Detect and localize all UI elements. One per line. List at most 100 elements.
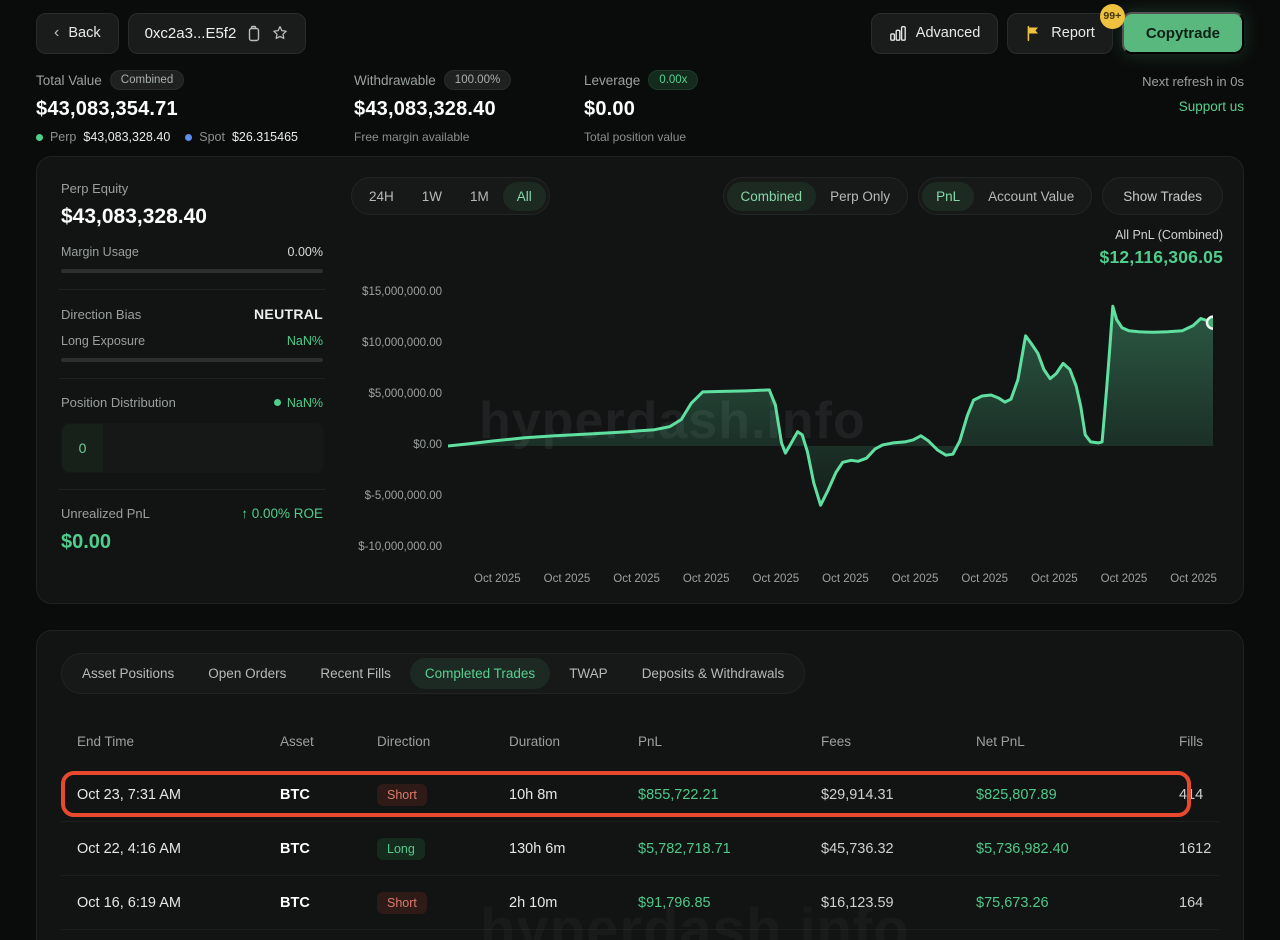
leverage-sub: Total position value	[584, 130, 687, 144]
divider	[59, 378, 325, 379]
cell-fills: 414	[1179, 786, 1204, 803]
position-distribution-label: Position Distribution	[61, 395, 176, 410]
tab-asset-positions[interactable]: Asset Positions	[67, 658, 189, 689]
back-button[interactable]: ‹ Back	[36, 12, 119, 54]
leverage-value: $0.00	[584, 98, 636, 120]
tab-recent-fills[interactable]: Recent Fills	[305, 658, 406, 689]
topbar: ‹ Back 0xc2a3...E5f2 Advanced Report 99+…	[0, 0, 1280, 54]
report-button[interactable]: Report	[1007, 12, 1113, 54]
cell-direction: Short	[377, 891, 509, 914]
table-row[interactable]: Oct 23, 7:31 AM BTC Short 10h 8m $855,722.21…	[61, 768, 1219, 822]
metric-pnl[interactable]: PnL	[922, 181, 975, 211]
perp-equity-value: $43,083,328.40	[61, 205, 207, 228]
refresh-column: Next refresh in 0s Support us	[1142, 70, 1244, 114]
timeframe-1w[interactable]: 1W	[408, 182, 456, 211]
chart-toggles: Combined Perp Only PnL Account Value Show …	[722, 177, 1223, 215]
unrealized-roe: ↑ 0.00% ROE	[241, 506, 323, 521]
divider	[59, 289, 325, 290]
cell-direction: Short	[377, 783, 509, 806]
tab-deposits-withdrawals[interactable]: Deposits & Withdrawals	[627, 658, 800, 689]
x-tick-label: Oct 2025	[891, 573, 939, 585]
show-trades-button[interactable]: Show Trades	[1109, 182, 1216, 211]
flag-icon	[1025, 25, 1042, 42]
y-tick-label: $10,000,000.00	[362, 337, 442, 349]
long-exposure-label: Long Exposure	[61, 334, 146, 348]
cell-direction: Long	[377, 837, 509, 860]
withdrawable-label: Withdrawable	[354, 72, 436, 88]
y-tick-label: $-5,000,000.00	[364, 490, 442, 502]
withdrawable-value: $43,083,328.40	[354, 98, 496, 120]
y-tick-label: $0.00	[413, 439, 442, 451]
star-icon[interactable]	[271, 24, 289, 42]
tab-completed-trades[interactable]: Completed Trades	[409, 658, 551, 689]
trades-card: Asset Positions Open Orders Recent Fills Co…	[36, 630, 1244, 940]
cell-duration: 130h 6m	[509, 840, 566, 857]
y-tick-label: $-10,000,000.00	[358, 541, 442, 553]
x-tick-label: Oct 2025	[1100, 573, 1148, 585]
cell-end-time: Oct 22, 4:16 AM	[77, 840, 181, 857]
cell-pnl: $855,722.21	[638, 786, 719, 803]
support-us-link[interactable]: Support us	[1142, 99, 1244, 114]
cell-fees: $16,123.59	[821, 894, 894, 911]
table-row[interactable]: Oct 16, 6:19 AM BTC Short 2h 10m $91,796.85 $…	[61, 876, 1219, 930]
advanced-label: Advanced	[915, 25, 981, 41]
x-axis: Oct 2025 Oct 2025 Oct 2025 Oct 2025 Oct 2025…	[448, 573, 1223, 585]
metric-account-value[interactable]: Account Value	[974, 182, 1088, 211]
cell-duration: 10h 8m	[509, 786, 558, 803]
x-tick-label: Oct 2025	[543, 573, 591, 585]
chart-controls: 24H 1W 1M All Combined Perp Only PnL Account …	[351, 177, 1223, 215]
notification-badge: 99+	[1099, 3, 1125, 29]
long-exposure-value: NaN%	[286, 334, 323, 348]
refresh-countdown: Next refresh in 0s	[1142, 74, 1244, 89]
timeframe-1m[interactable]: 1M	[456, 182, 503, 211]
advanced-button[interactable]: Advanced	[870, 12, 999, 54]
margin-usage-bar	[61, 269, 323, 273]
withdrawable-sub: Free margin available	[354, 130, 470, 144]
perp-equity-label: Perp Equity	[61, 181, 129, 196]
wallet-address-pill[interactable]: 0xc2a3...E5f2	[127, 12, 307, 54]
direction-badge: Short	[377, 891, 427, 914]
x-tick-label: Oct 2025	[1170, 573, 1217, 585]
x-tick-label: Oct 2025	[682, 573, 730, 585]
copytrade-button[interactable]: Copytrade	[1121, 12, 1244, 54]
cell-asset: BTC	[280, 894, 310, 911]
pnl-chart[interactable]: hyperdash.info $15,000,000.00 $10,000,000…	[351, 273, 1223, 563]
x-tick-label: Oct 2025	[1031, 573, 1078, 585]
chevron-left-icon: ‹	[54, 24, 60, 41]
last-point-marker	[1205, 315, 1213, 330]
copy-icon[interactable]	[246, 25, 261, 42]
wallet-address: 0xc2a3...E5f2	[144, 24, 237, 42]
perp-label: Perp	[49, 130, 77, 144]
all-pnl-block: All PnL (Combined) $12,116,306.05	[351, 228, 1223, 268]
margin-usage-value: 0.00%	[287, 245, 323, 259]
timeframe-group: 24H 1W 1M All	[351, 177, 550, 215]
direction-badge: Long	[377, 837, 425, 860]
x-tick-label: Oct 2025	[613, 573, 660, 585]
tab-twap[interactable]: TWAP	[554, 658, 623, 689]
mode-perp-only[interactable]: Perp Only	[816, 182, 904, 211]
timeframe-24h[interactable]: 24H	[355, 182, 408, 211]
page: ‹ Back 0xc2a3...E5f2 Advanced Report 99+…	[0, 0, 1280, 940]
x-tick-label: Oct 2025	[474, 573, 521, 585]
table-row[interactable]: Oct 22, 4:16 AM BTC Long 130h 6m $5,782,718.…	[61, 822, 1219, 876]
long-exposure-bar	[61, 358, 323, 362]
column-header-end-time: End Time	[77, 733, 135, 749]
column-header-fills: Fills	[1179, 733, 1203, 749]
bar-chart-icon	[889, 24, 907, 42]
position-distribution-widget: 0	[61, 423, 323, 473]
column-header-fees: Fees	[821, 733, 852, 749]
tab-open-orders[interactable]: Open Orders	[193, 658, 301, 689]
leverage-label: Leverage	[584, 72, 641, 88]
combined-badge: Combined	[109, 70, 185, 90]
divider	[59, 489, 325, 490]
distribution-zero-box: 0	[62, 424, 103, 472]
spot-label: Spot	[199, 130, 225, 144]
account-summary-panel: Perp Equity $43,083,328.40 Margin Usage …	[37, 157, 347, 603]
x-tick-label: Oct 2025	[752, 573, 800, 585]
x-tick-label: Oct 2025	[822, 573, 869, 585]
unrealized-pnl-value: $0.00	[61, 531, 112, 553]
perp-value: $43,083,328.40	[83, 130, 171, 144]
mode-combined[interactable]: Combined	[726, 181, 817, 211]
timeframe-all[interactable]: All	[502, 181, 546, 211]
direction-badge: Short	[377, 783, 427, 806]
